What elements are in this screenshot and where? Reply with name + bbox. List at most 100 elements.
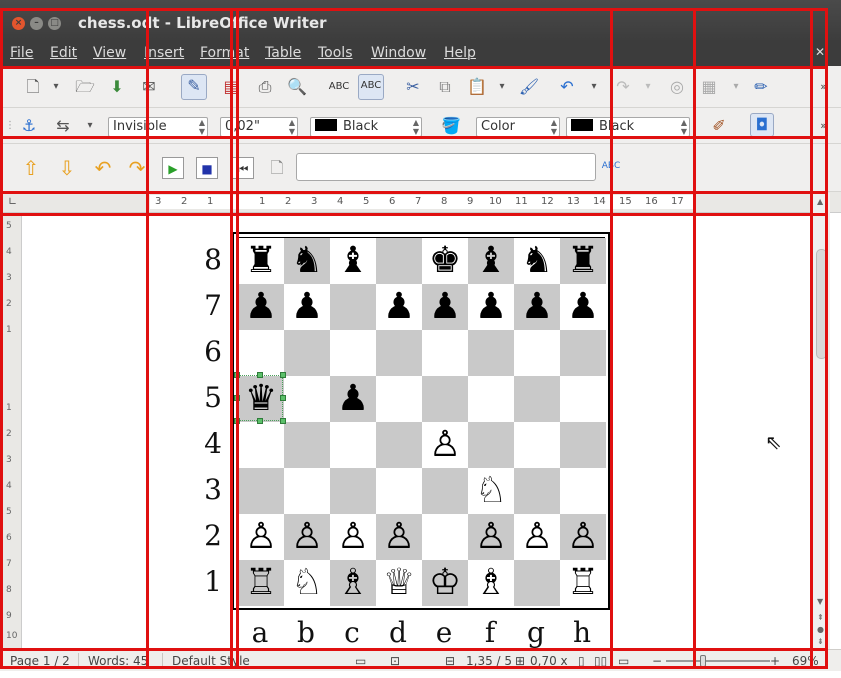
menu-tools[interactable]: Tools — [318, 45, 353, 61]
email-icon[interactable]: ✉ — [138, 76, 160, 98]
minimize-window-button[interactable]: – — [30, 17, 43, 30]
square-g3[interactable] — [514, 468, 560, 514]
menu-file[interactable]: File — [10, 45, 33, 61]
square-e2[interactable] — [422, 514, 468, 560]
square-h3[interactable] — [560, 468, 606, 514]
move-down-icon[interactable]: ⇩ — [56, 157, 78, 179]
menu-window[interactable]: Window — [371, 45, 426, 61]
square-h8[interactable]: ♜ — [560, 238, 606, 284]
menu-edit[interactable]: Edit — [50, 45, 77, 61]
redo-arrow-icon[interactable]: ↷ — [126, 157, 148, 179]
spellcheck-icon[interactable]: ABC — [328, 76, 350, 98]
wrap-icon[interactable]: ⇆ — [52, 115, 74, 137]
square-d2[interactable]: ♙ — [376, 514, 422, 560]
square-h2[interactable]: ♙ — [560, 514, 606, 560]
square-f1[interactable]: ♗ — [468, 560, 514, 606]
blank-page-icon[interactable]: 🗋 — [266, 157, 288, 179]
square-g4[interactable] — [514, 422, 560, 468]
square-d6[interactable] — [376, 330, 422, 376]
line-color-select[interactable]: Black ▲ ▼ — [310, 117, 422, 137]
resize-handle[interactable] — [280, 372, 286, 378]
play-icon[interactable]: ▶ — [162, 157, 184, 179]
square-h6[interactable] — [560, 330, 606, 376]
square-a7[interactable]: ♟ — [238, 284, 284, 330]
chess-board[interactable]: ♜ ♞ ♝ ♚ ♝ ♞ ♜ ♟ ♟ ♟ ♟ ♟ ♟ ♟ ♛ ♟ ♙ ♘ ♙ ♙ ♙ ♙ ♙ ♙ ♙ ♖ ♘ ♗ ♕ ♔ ♗ ♖ — [232, 232, 610, 610]
square-h4[interactable] — [560, 422, 606, 468]
resize-handle[interactable] — [280, 395, 286, 401]
square-d3[interactable] — [376, 468, 422, 514]
square-f7[interactable]: ♟ — [468, 284, 514, 330]
square-b4[interactable] — [284, 422, 330, 468]
square-c1[interactable]: ♗ — [330, 560, 376, 606]
square-c5[interactable]: ♟ — [330, 376, 376, 422]
paste-dropdown-icon[interactable]: ▾ — [496, 76, 508, 98]
redo-icon[interactable]: ↷ — [612, 76, 634, 98]
square-f2[interactable]: ♙ — [468, 514, 514, 560]
square-h7[interactable]: ♟ — [560, 284, 606, 330]
square-g6[interactable] — [514, 330, 560, 376]
navigation-icon[interactable]: ● — [817, 625, 824, 634]
square-a4[interactable] — [238, 422, 284, 468]
square-e1[interactable]: ♔ — [422, 560, 468, 606]
table-icon[interactable]: ▦ — [698, 76, 720, 98]
zoom-slider[interactable] — [666, 660, 770, 662]
square-g7[interactable]: ♟ — [514, 284, 560, 330]
shadow-icon[interactable]: ◘ — [750, 113, 774, 137]
autospellcheck-icon[interactable]: ABC — [358, 74, 384, 100]
square-e6[interactable] — [422, 330, 468, 376]
table-dropdown-icon[interactable]: ▾ — [730, 76, 742, 98]
square-c4[interactable] — [330, 422, 376, 468]
square-a1[interactable]: ♖ — [238, 560, 284, 606]
square-f8[interactable]: ♝ — [468, 238, 514, 284]
square-a2[interactable]: ♙ — [238, 514, 284, 560]
undo-arrow-icon[interactable]: ↶ — [92, 157, 114, 179]
area-color-select[interactable]: Black ▲ ▼ — [566, 117, 690, 137]
square-d4[interactable] — [376, 422, 422, 468]
square-g1[interactable] — [514, 560, 560, 606]
print-preview-icon[interactable]: 🔍 — [286, 76, 308, 98]
menu-view[interactable]: View — [93, 45, 126, 61]
square-a6[interactable] — [238, 330, 284, 376]
square-a8[interactable]: ♜ — [238, 238, 284, 284]
save-icon[interactable]: ⬇ — [106, 76, 128, 98]
new-dropdown-icon[interactable]: ▾ — [50, 76, 62, 98]
move-up-icon[interactable]: ⇧ — [20, 157, 42, 179]
draw-functions-icon[interactable]: ✏ — [750, 76, 772, 98]
navigator-icon[interactable]: ◎ — [666, 76, 688, 98]
frame-properties-icon[interactable]: ✐ — [708, 115, 730, 137]
resize-handle[interactable] — [280, 418, 286, 424]
paste-icon[interactable]: 📋 — [466, 76, 488, 98]
square-d7[interactable]: ♟ — [376, 284, 422, 330]
square-f6[interactable] — [468, 330, 514, 376]
resize-handle[interactable] — [257, 372, 263, 378]
square-b1[interactable]: ♘ — [284, 560, 330, 606]
menu-table[interactable]: Table — [265, 45, 301, 61]
square-a3[interactable] — [238, 468, 284, 514]
close-window-button[interactable]: × — [12, 17, 25, 30]
open-icon[interactable]: 🗁 — [74, 76, 96, 98]
square-c3[interactable] — [330, 468, 376, 514]
square-b6[interactable] — [284, 330, 330, 376]
horizontal-ruler[interactable]: ∟ 3 2 1 1 2 3 4 5 6 7 8 9 10 11 12 13 14… — [0, 192, 841, 213]
stop-icon[interactable]: ■ — [196, 157, 218, 179]
wrap-dropdown-icon[interactable]: ▾ — [84, 115, 96, 137]
square-b3[interactable] — [284, 468, 330, 514]
tab-type-icon[interactable]: ∟ — [8, 195, 17, 208]
square-e4[interactable]: ♙ — [422, 422, 468, 468]
clone-format-icon[interactable]: 🖌 — [518, 76, 540, 98]
square-d8[interactable] — [376, 238, 422, 284]
square-e7[interactable]: ♟ — [422, 284, 468, 330]
maximize-window-button[interactable]: □ — [48, 17, 61, 30]
redo-dropdown-icon[interactable]: ▾ — [642, 76, 654, 98]
copy-icon[interactable]: ⧉ — [434, 76, 456, 98]
close-document-icon[interactable]: ✕ — [815, 45, 825, 59]
square-d5[interactable] — [376, 376, 422, 422]
square-f4[interactable] — [468, 422, 514, 468]
line-style-select[interactable]: Invisible ▲ ▼ — [108, 117, 208, 137]
square-g2[interactable]: ♙ — [514, 514, 560, 560]
scroll-down-icon[interactable]: ▼ — [817, 597, 823, 606]
undo-icon[interactable]: ↶ — [556, 76, 578, 98]
resize-handle[interactable] — [257, 418, 263, 424]
square-g5[interactable] — [514, 376, 560, 422]
area-style-select[interactable]: Color ▲ ▼ — [476, 117, 560, 137]
